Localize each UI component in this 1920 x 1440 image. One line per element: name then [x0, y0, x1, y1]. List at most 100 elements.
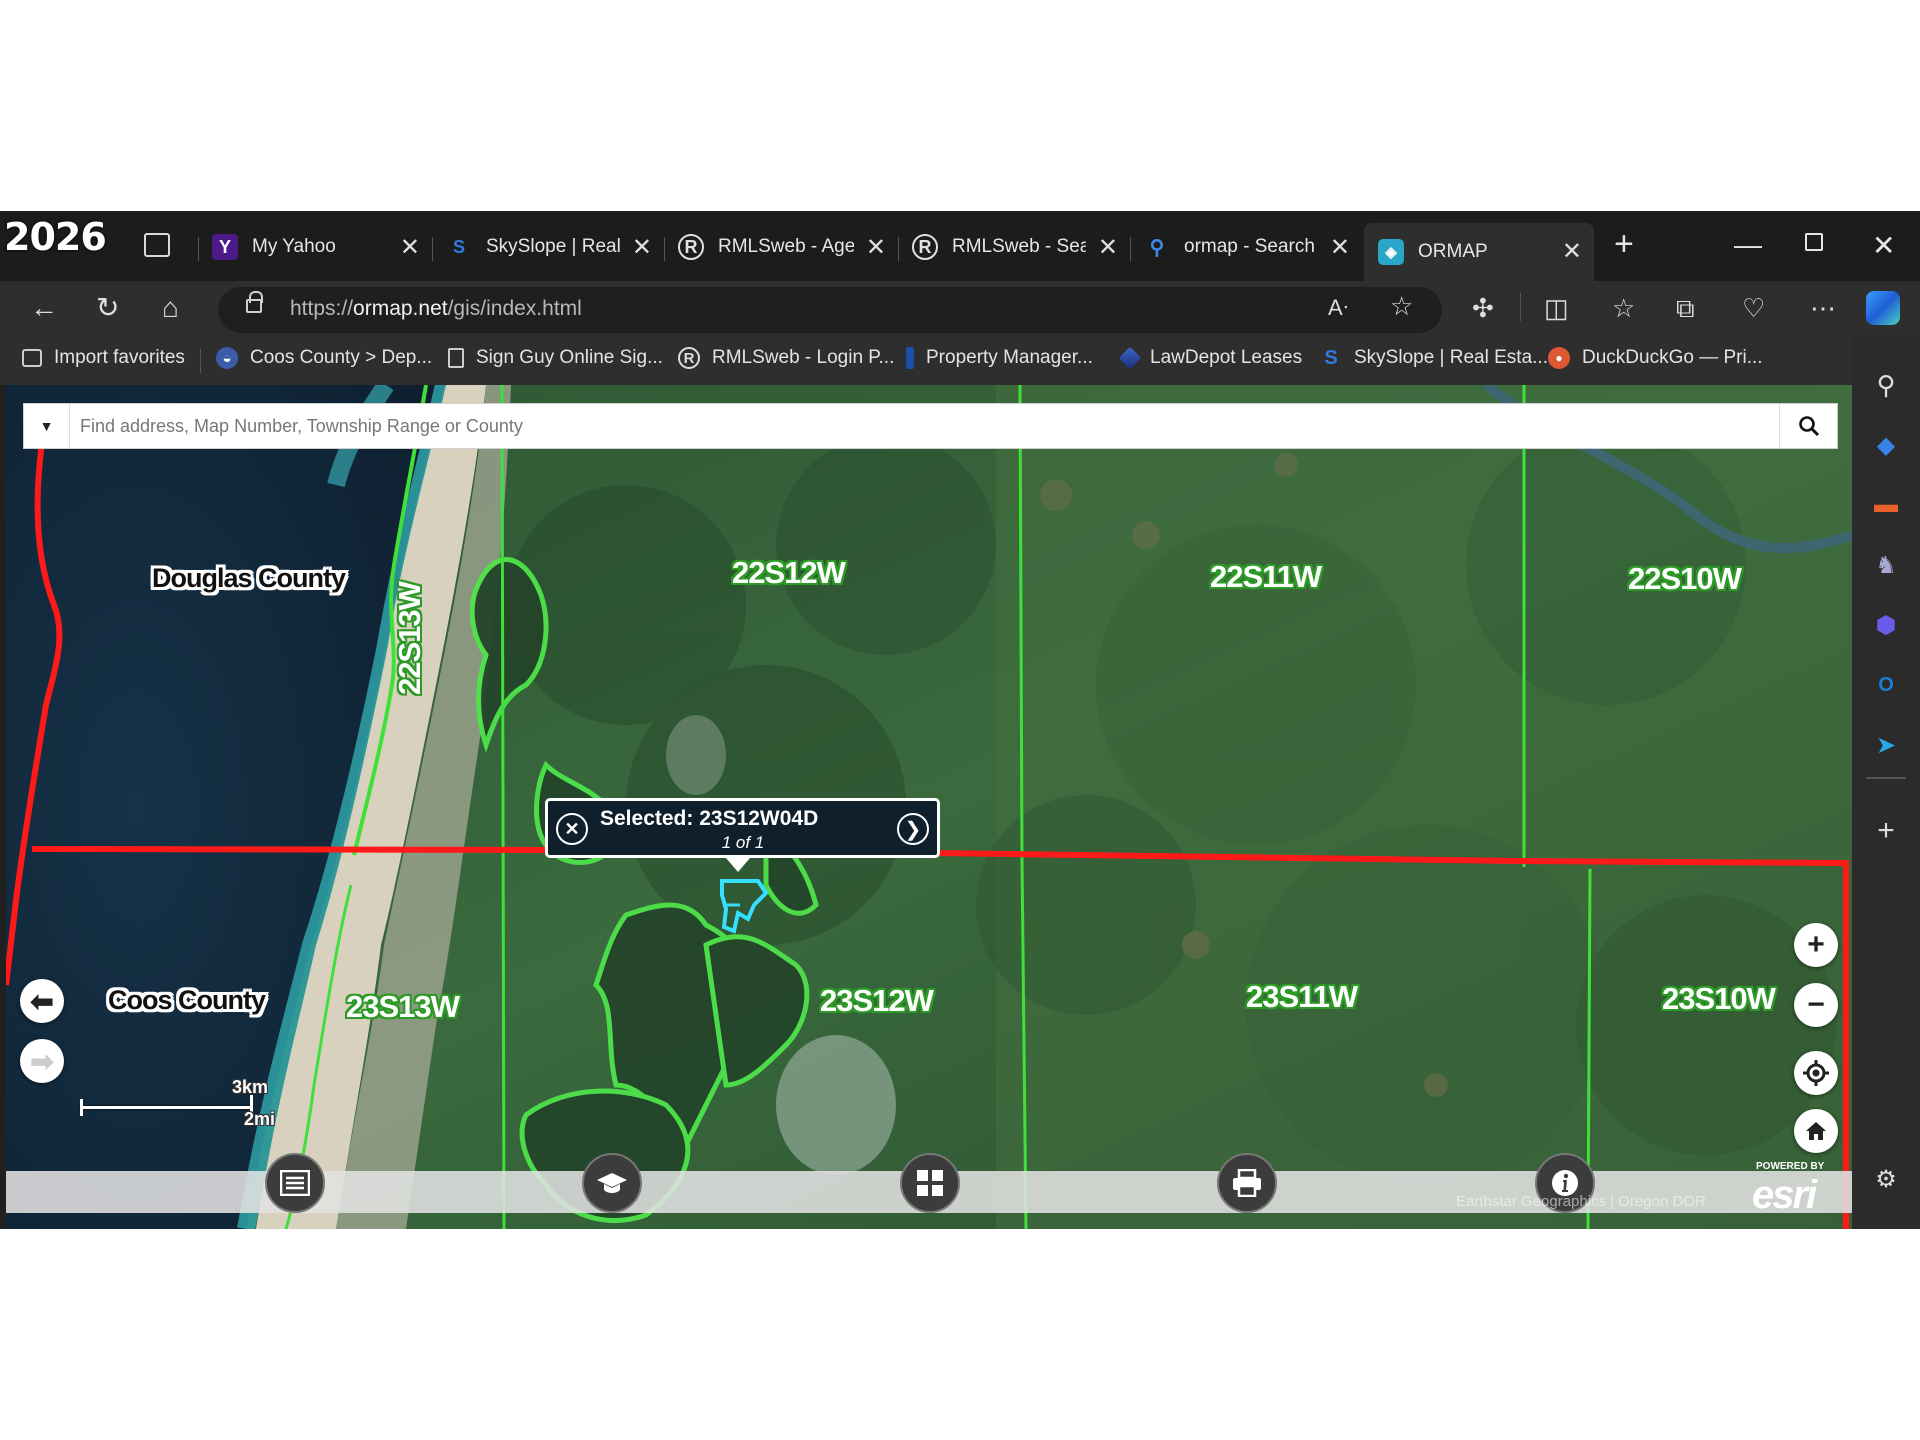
bookmark-label: LawDepot Leases — [1150, 347, 1303, 368]
tab-rmlsweb-agent[interactable]: R RMLSweb - Ager ✕ — [678, 225, 886, 269]
bookmark-label: Sign Guy Online Sig... — [476, 347, 663, 368]
edge-sidebar: ⚲ ◆ ▬ ♞ ⬢ O ➤ + ⚙ — [1852, 337, 1920, 1229]
address-bar[interactable]: https://ormap.net/gis/index.html Aᐧ ☆ — [218, 287, 1442, 333]
bookmark-duckduckgo[interactable]: ● DuckDuckGo — Pri... — [1548, 347, 1763, 369]
bookmark-rmlsweb-login[interactable]: R RMLSweb - Login P... — [678, 347, 894, 369]
collections-icon[interactable]: ⧉ — [1676, 291, 1695, 325]
new-tab-button[interactable]: + — [1614, 225, 1634, 264]
restore-button[interactable] — [1805, 233, 1823, 251]
outlook-icon[interactable]: O — [1868, 667, 1904, 703]
favorites-bar: Import favorites ◒ Coos County > Dep... … — [0, 337, 1920, 385]
tab-ormap-search[interactable]: ⚲ ormap - Search ✕ — [1144, 225, 1350, 269]
tab-strip: 2026 Y My Yahoo ✕ S SkySlope | Real E ✕ … — [0, 211, 1920, 281]
bookmark-label: DuckDuckGo — Pri... — [1582, 347, 1763, 368]
bookmark-separator — [200, 349, 201, 373]
refresh-button[interactable]: ↻ — [96, 291, 119, 325]
township-label: 22S11W — [1210, 559, 1322, 594]
tutorial-button[interactable] — [582, 1153, 642, 1213]
map-search-input[interactable] — [80, 404, 1780, 448]
print-button[interactable] — [1217, 1153, 1277, 1213]
search-button[interactable] — [1779, 404, 1837, 448]
popup-title: Selected: 23S12W04D — [600, 807, 819, 830]
tab-rmlsweb-search[interactable]: R RMLSweb - Searc ✕ — [912, 225, 1118, 269]
close-icon[interactable]: ✕ — [400, 233, 420, 262]
tab-separator — [198, 237, 199, 261]
close-window-button[interactable]: ✕ — [1872, 229, 1895, 262]
bookmark-label: SkySlope | Real Esta... — [1354, 347, 1548, 368]
close-icon[interactable]: ✕ — [1098, 233, 1118, 262]
settings-icon[interactable]: ⚙ — [1868, 1161, 1904, 1197]
tab-my-yahoo[interactable]: Y My Yahoo ✕ — [212, 225, 420, 269]
township-line — [500, 385, 506, 1229]
zoom-in-button[interactable]: + — [1794, 923, 1838, 967]
close-icon[interactable]: ✕ — [1330, 233, 1350, 262]
tab-label: My Yahoo — [252, 236, 336, 257]
home-button[interactable]: ⌂ — [162, 291, 179, 325]
lawdepot-icon — [1118, 346, 1142, 370]
township-label: 23S12W — [820, 983, 934, 1018]
popup-pointer — [726, 858, 750, 872]
esri-logo: esri — [1752, 1173, 1817, 1217]
minimize-button[interactable]: — — [1734, 229, 1762, 261]
send-icon[interactable]: ➤ — [1868, 727, 1904, 763]
locate-icon — [1803, 1060, 1829, 1086]
bookmark-lawdepot[interactable]: LawDepot Leases — [1118, 346, 1303, 370]
star-icon[interactable]: ☆ — [1390, 289, 1413, 323]
tab-separator — [1130, 237, 1131, 261]
copilot-icon[interactable] — [1866, 291, 1900, 325]
grid-icon — [917, 1170, 943, 1196]
more-menu-icon[interactable]: ⋯ — [1810, 291, 1836, 325]
county-label-coos: Coos County — [108, 985, 266, 1015]
split-screen-icon[interactable]: ◫ — [1544, 291, 1569, 325]
list-icon — [280, 1170, 310, 1196]
tab-separator — [432, 237, 433, 261]
bookmark-coos-county[interactable]: ◒ Coos County > Dep... — [216, 347, 432, 369]
esri-powered-by: POWERED BY — [1756, 1161, 1825, 1172]
tab-label: RMLSweb - Searc — [952, 236, 1086, 257]
tab-skyslope[interactable]: S SkySlope | Real E ✕ — [446, 225, 652, 269]
map-back-button[interactable]: ⬅ — [20, 979, 64, 1023]
skyslope-icon: S — [452, 236, 465, 257]
basemap-gallery-button[interactable] — [900, 1153, 960, 1213]
close-icon[interactable]: ✕ — [632, 233, 652, 262]
bookmark-label: Coos County > Dep... — [250, 347, 433, 368]
selection-popup: ✕ Selected: 23S12W04D 1 of 1 ❯ — [545, 798, 940, 872]
bookmark-label: Property Manager... — [926, 347, 1093, 368]
map-search-bar: ▼ — [23, 403, 1838, 449]
import-icon — [22, 349, 42, 367]
map-forward-button[interactable]: ➡ — [20, 1039, 64, 1083]
search-icon[interactable]: ⚲ — [1868, 367, 1904, 403]
extensions-icon[interactable]: ✣ — [1472, 291, 1494, 325]
tools-icon[interactable]: ▬ — [1868, 487, 1904, 523]
zoom-out-button[interactable]: − — [1794, 983, 1838, 1027]
games-icon[interactable]: ♞ — [1868, 547, 1904, 583]
ormap-icon: ◈ — [1378, 239, 1404, 265]
shopping-tag-icon[interactable]: ◆ — [1868, 427, 1904, 463]
bookmark-icon — [906, 347, 914, 369]
layer-list-button[interactable] — [265, 1153, 325, 1213]
tab-label: RMLSweb - Ager — [718, 236, 854, 257]
add-icon[interactable]: + — [1868, 813, 1904, 849]
home-extent-button[interactable] — [1794, 1109, 1838, 1153]
browser-essentials-icon[interactable]: ♡ — [1742, 291, 1765, 325]
favorites-icon[interactable]: ☆ — [1612, 291, 1635, 325]
tab-actions-icon[interactable] — [144, 233, 170, 257]
close-icon[interactable]: ✕ — [1562, 237, 1582, 266]
locate-button[interactable] — [1794, 1051, 1838, 1095]
rmls-icon: R — [678, 234, 704, 260]
scale-tick — [80, 1099, 83, 1116]
office-icon[interactable]: ⬢ — [1868, 607, 1904, 643]
map-view[interactable]: ▼ Douglas County Coos County 22S13W 22S1… — [6, 385, 1852, 1229]
bookmark-property-manager[interactable]: Property Manager... — [906, 347, 1093, 369]
tab-ormap[interactable]: ◈ ORMAP ✕ — [1364, 223, 1594, 281]
popup-next-button[interactable]: ❯ — [897, 813, 929, 845]
back-button[interactable]: ← — [30, 291, 58, 325]
skyslope-icon: S — [1324, 346, 1338, 369]
close-icon[interactable]: ✕ — [866, 233, 886, 262]
bookmark-sign-guy[interactable]: Sign Guy Online Sig... — [448, 347, 663, 369]
bookmark-import-favorites[interactable]: Import favorites — [22, 347, 185, 369]
search-mode-dropdown[interactable]: ▼ — [24, 404, 70, 448]
bookmark-skyslope[interactable]: S SkySlope | Real Esta... — [1320, 347, 1548, 369]
read-aloud-icon[interactable]: Aᐧ — [1328, 291, 1348, 325]
url-text[interactable]: https://ormap.net/gis/index.html — [290, 297, 582, 321]
